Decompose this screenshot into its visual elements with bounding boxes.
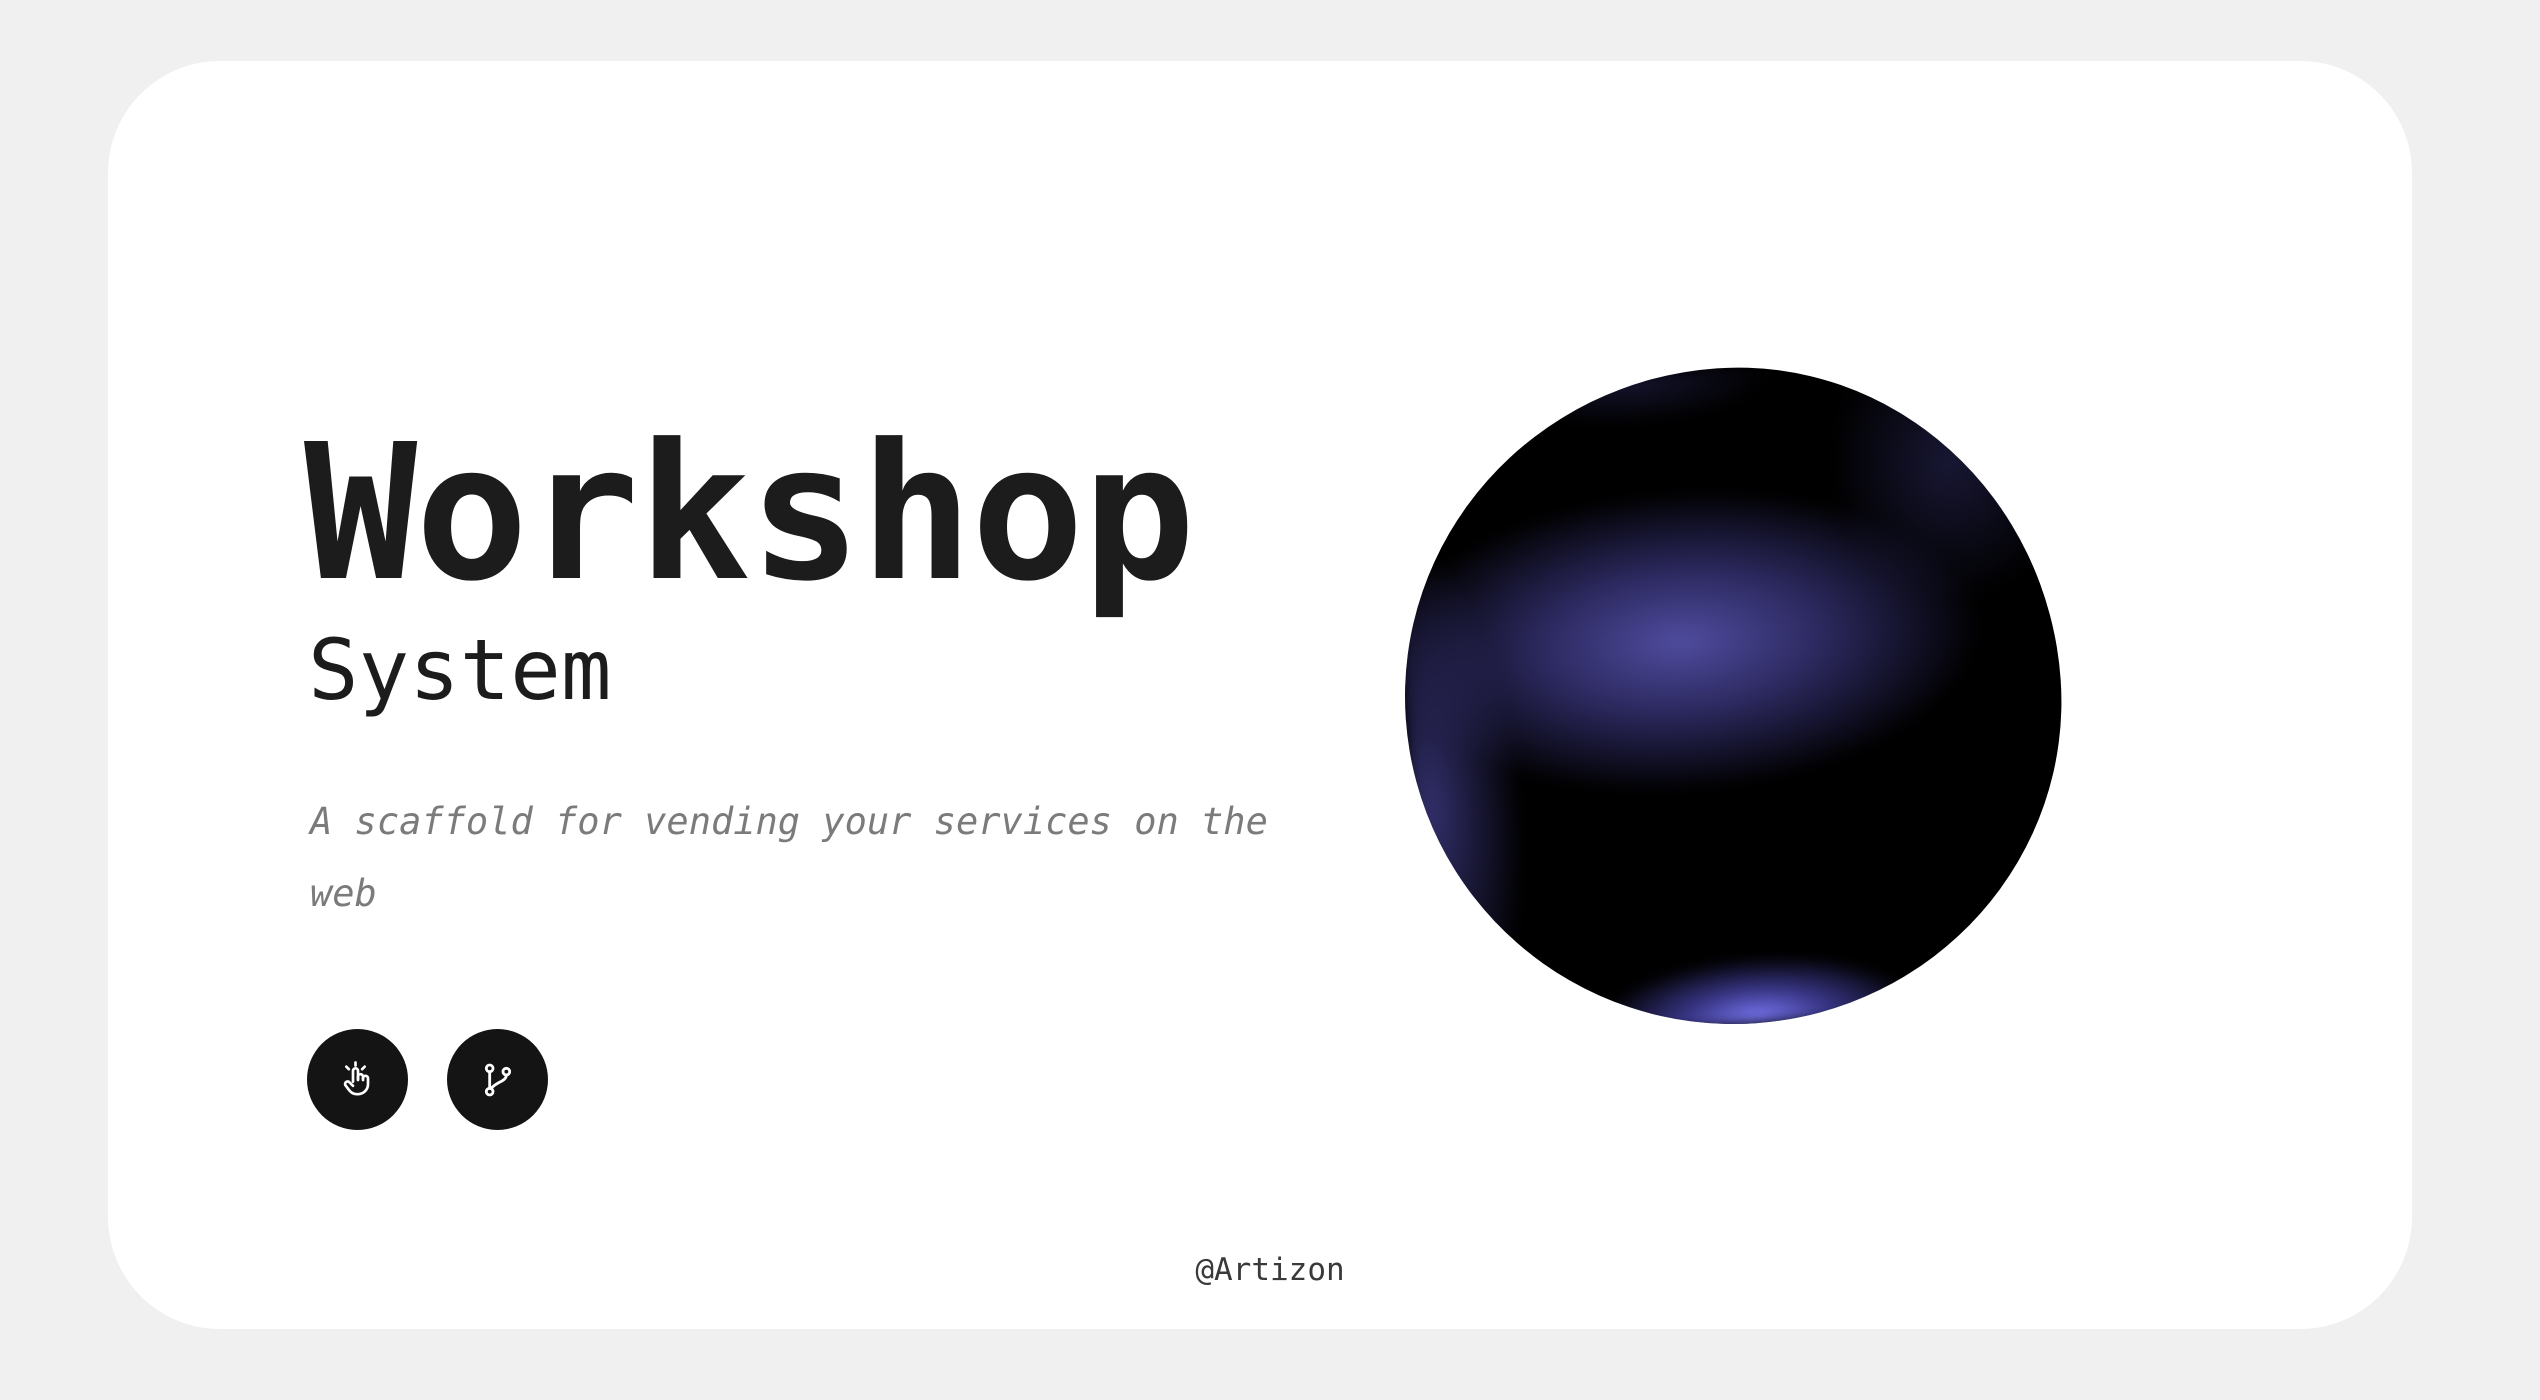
page-subtitle: System xyxy=(308,621,612,719)
orb-visual xyxy=(1382,345,2084,1047)
tagline: A scaffold for vending your services on … xyxy=(310,800,1268,915)
git-branch-icon xyxy=(484,1063,511,1096)
orb-glow xyxy=(1382,345,2084,1047)
page-title: Workshop xyxy=(304,404,1195,623)
author-credit: @Artizon xyxy=(1195,1252,1345,1288)
hand-tap-icon xyxy=(343,1060,369,1095)
branch-action-button[interactable] xyxy=(447,1029,548,1130)
tap-action-button[interactable] xyxy=(307,1029,408,1130)
